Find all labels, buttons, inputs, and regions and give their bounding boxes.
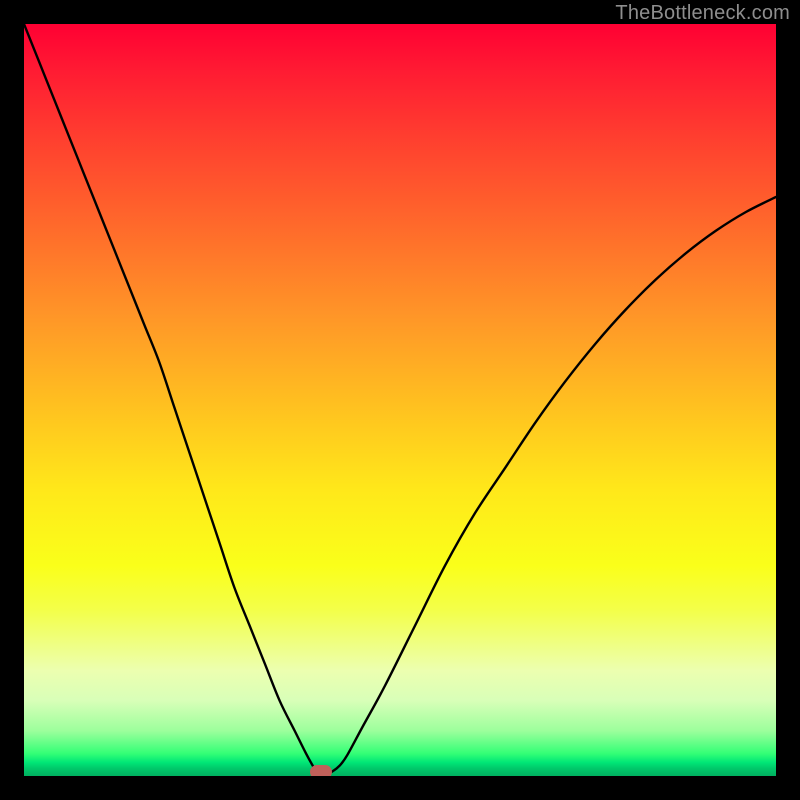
chart-frame: TheBottleneck.com [0,0,800,800]
plot-area [24,24,776,776]
watermark-text: TheBottleneck.com [615,2,790,25]
bottleneck-curve [24,24,776,776]
optimal-point-marker [310,765,332,776]
